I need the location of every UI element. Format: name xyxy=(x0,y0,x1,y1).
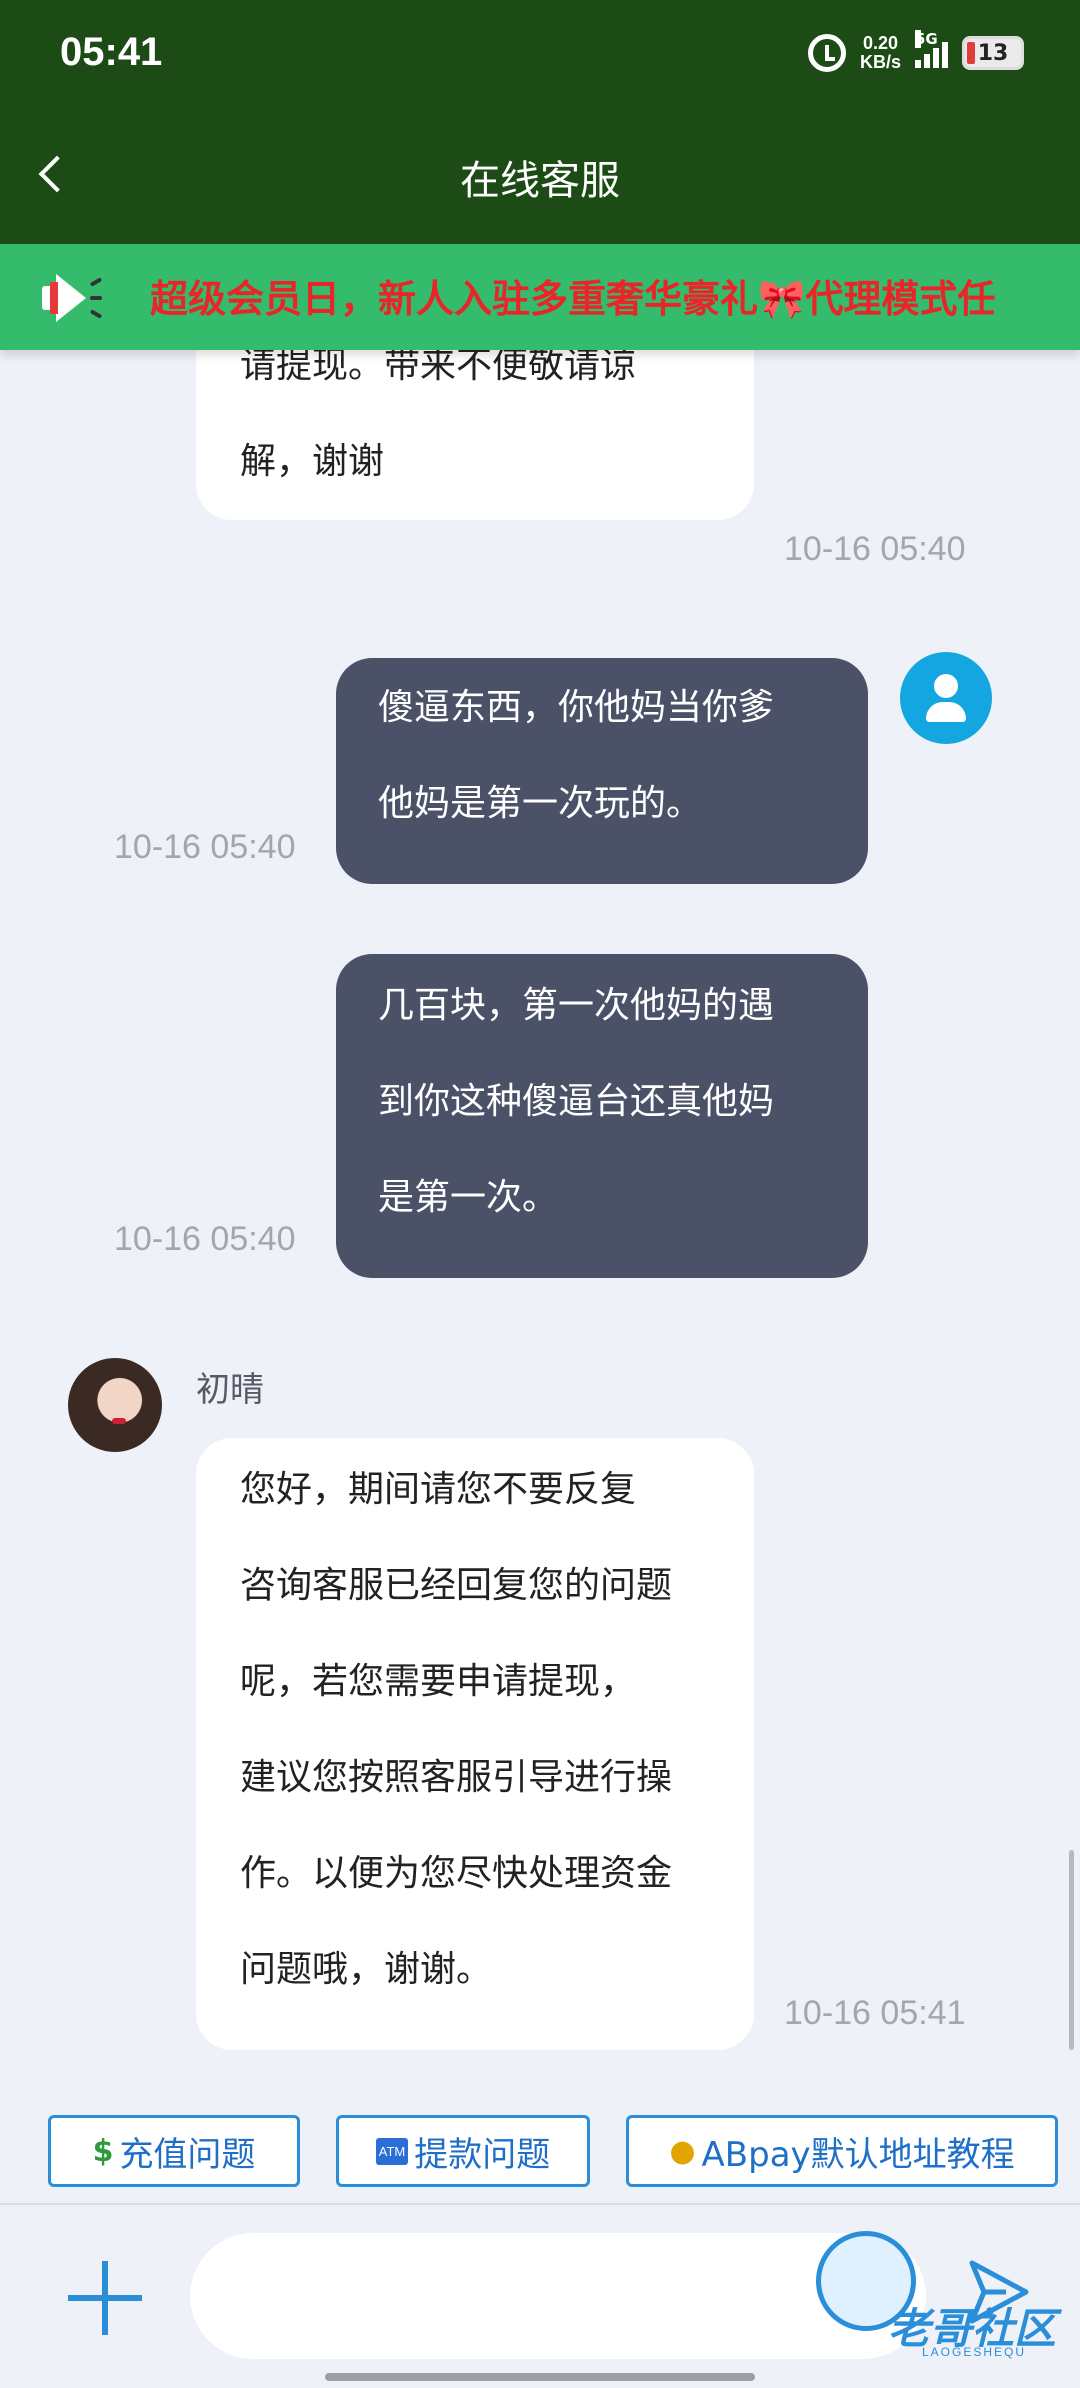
message-line: 是第一次。 xyxy=(378,1177,559,1218)
signal-type-label: 5G xyxy=(915,30,938,48)
chat-messages[interactable]: 请提现。带来不便敬请谅 解，谢谢 10-16 05:40 傻逼东西，你他妈当你爹… xyxy=(0,350,1080,2095)
message-line: 呢，若您需要申请提现， xyxy=(240,1661,637,1702)
quick-reply-abpay-button[interactable]: ● ABpay默认地址教程 xyxy=(626,2115,1058,2187)
status-bar: 05:41 0.20 KB/s 5G 13 xyxy=(0,0,1080,112)
quick-reply-label: 提款问题 xyxy=(414,2134,551,2175)
quick-reply-recharge-button[interactable]: $ 充值问题 xyxy=(48,2115,300,2187)
message-line: 解，谢谢 xyxy=(240,441,385,482)
battery-icon: 13 xyxy=(962,36,1024,70)
send-icon[interactable] xyxy=(966,2257,1032,2327)
message-line: 您好，期间请您不要反复 xyxy=(240,1469,637,1510)
agent-message-bubble: 您好，期间请您不要反复 咨询客服已经回复您的问题 呢，若您需要申请提现， 建议您… xyxy=(196,1438,754,2050)
quick-reply-bar: $ 充值问题 ATM 提款问题 ● ABpay默认地址教程 xyxy=(0,2095,1080,2205)
status-icons: 0.20 KB/s 5G 13 xyxy=(807,30,1024,72)
chat-scrollbar[interactable] xyxy=(1069,1850,1074,2050)
message-line: 几百块，第一次他妈的遇 xyxy=(378,985,775,1026)
message-line: 咨询客服已经回复您的问题 xyxy=(240,1565,673,1606)
page-title: 在线客服 xyxy=(460,158,620,204)
app-header: 在线客服 xyxy=(0,112,1080,244)
message-timestamp: 10-16 05:41 xyxy=(784,1994,966,2032)
megaphone-icon xyxy=(42,270,103,326)
agent-name: 初晴 xyxy=(196,1370,264,1410)
quick-reply-label: 充值问题 xyxy=(119,2134,256,2175)
money-bag-icon: ● xyxy=(669,2133,696,2169)
plus-icon[interactable] xyxy=(68,2261,142,2335)
message-line: 到你这种傻逼台还真他妈 xyxy=(378,1081,775,1122)
quick-reply-withdraw-button[interactable]: ATM 提款问题 xyxy=(336,2115,590,2187)
user-message-bubble: 傻逼东西，你他妈当你爹 他妈是第一次玩的。 xyxy=(336,658,868,884)
message-input-bar: 老哥社区 LAOGESHEQU xyxy=(0,2205,1080,2388)
user-avatar-icon xyxy=(900,652,992,744)
message-line: 作。以便为您尽快处理资金 xyxy=(240,1853,673,1894)
signal-icon: 5G xyxy=(915,30,948,68)
atm-icon: ATM xyxy=(375,2137,409,2165)
home-indicator[interactable] xyxy=(325,2373,755,2381)
network-speed-value: 0.20 xyxy=(862,33,899,53)
user-message-bubble: 几百块，第一次他妈的遇 到你这种傻逼台还真他妈 是第一次。 xyxy=(336,954,868,1278)
agent-avatar[interactable] xyxy=(68,1358,162,1452)
battery-level: 13 xyxy=(977,40,1009,66)
message-line: 请提现。带来不便敬请谅 xyxy=(240,350,637,386)
agent-message-bubble: 请提现。带来不便敬请谅 解，谢谢 xyxy=(196,350,754,520)
status-time: 05:41 xyxy=(60,30,163,74)
watermark-logo: 老哥社区 LAOGESHEQU xyxy=(812,2227,1072,2367)
watermark-subtext: LAOGESHEQU xyxy=(922,2345,1027,2359)
announcement-banner[interactable]: 超级会员日，新人入驻多重奢华豪礼🎀代理模式任 xyxy=(0,244,1080,350)
alarm-icon xyxy=(807,34,846,72)
message-timestamp: 10-16 05:40 xyxy=(114,828,296,866)
message-timestamp: 10-16 05:40 xyxy=(784,530,966,568)
message-line: 他妈是第一次玩的。 xyxy=(378,783,703,824)
message-line: 傻逼东西，你他妈当你爹 xyxy=(378,687,775,728)
message-line: 建议您按照客服引导进行操 xyxy=(240,1757,673,1798)
message-timestamp: 10-16 05:40 xyxy=(114,1220,296,1258)
announcement-text: 超级会员日，新人入驻多重奢华豪礼🎀代理模式任 xyxy=(150,277,996,321)
network-speed-unit: KB/s xyxy=(859,52,901,72)
money-icon: $ xyxy=(92,2133,114,2169)
message-line: 问题哦，谢谢。 xyxy=(240,1949,493,1990)
quick-reply-label: ABpay默认地址教程 xyxy=(701,2134,1015,2175)
network-speed: 0.20 KB/s xyxy=(860,34,901,72)
